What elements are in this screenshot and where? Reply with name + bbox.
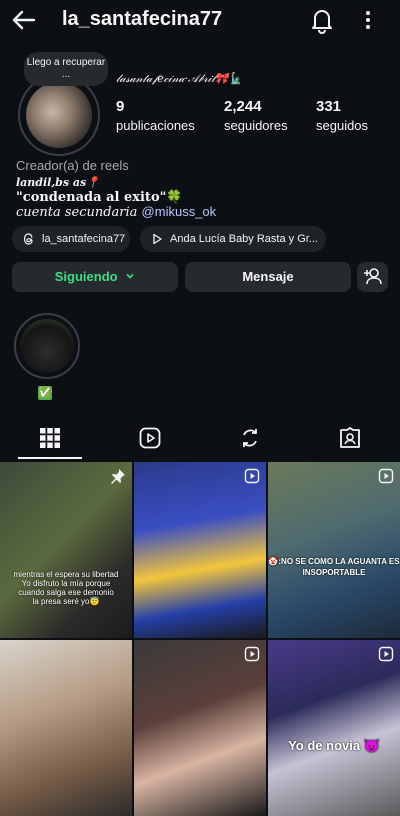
stat-value: 2,244 xyxy=(224,98,262,115)
reel-icon xyxy=(378,468,394,484)
reel-icon xyxy=(244,468,260,484)
active-tab-indicator xyxy=(18,457,82,459)
post-caption: mientras el espera su libertad Yo disfru… xyxy=(13,570,119,606)
chevron-down-icon xyxy=(126,273,134,279)
stat-label: publicaciones xyxy=(116,118,195,133)
add-person-icon xyxy=(364,268,382,285)
post-thumbnail[interactable] xyxy=(134,640,266,816)
post-thumbnail[interactable]: 🤡:NO SE COMO LA AGUANTA ES INSOPORTABLE xyxy=(268,462,400,638)
reposts-icon[interactable] xyxy=(238,426,262,450)
following-label: Siguiendo xyxy=(54,269,118,284)
story-note-bubble[interactable]: Llego a recuperar ... xyxy=(24,52,108,86)
top-bar: la_santafecina77 xyxy=(0,0,400,40)
post-thumbnail[interactable] xyxy=(134,462,266,638)
bell-icon[interactable] xyxy=(309,6,335,34)
bio-text: cuenta secundaria xyxy=(16,205,142,220)
music-chip[interactable]: Anda Lucía Baby Rasta y Gr... xyxy=(140,226,326,252)
music-title: Anda Lucía Baby Rasta y Gr... xyxy=(170,233,318,245)
post-thumbnail[interactable] xyxy=(0,640,132,816)
suggest-people-button[interactable] xyxy=(357,262,388,292)
post-caption: Yo de novia 😈 xyxy=(288,738,380,753)
profile-category: Creador(a) de reels xyxy=(16,158,129,173)
story-highlight[interactable] xyxy=(14,313,80,379)
message-label: Mensaje xyxy=(242,269,294,284)
stat-followers[interactable]: 2,244 seguidores xyxy=(224,98,288,133)
stat-value: 331 xyxy=(316,98,342,115)
post-thumbnail[interactable]: Yo de novia 😈 xyxy=(268,640,400,816)
grid-icon[interactable] xyxy=(38,426,62,450)
stat-posts[interactable]: 9 publicaciones xyxy=(116,98,195,133)
avatar-image xyxy=(26,82,92,148)
stat-label: seguidos xyxy=(316,118,369,133)
bio-line: 𝒍𝒂𝒏𝒅𝒊𝒍,𝒃𝒔 𝒂𝒔📍 xyxy=(16,176,100,189)
bio-line: cuenta secundaria @mikuss_ok xyxy=(16,204,216,220)
reel-icon xyxy=(378,646,394,662)
play-icon xyxy=(153,233,162,245)
following-button[interactable]: Siguiendo xyxy=(12,262,178,292)
reel-icon xyxy=(244,646,260,662)
page-title: la_santafecina77 xyxy=(62,8,223,30)
mention-link[interactable]: @mikuss_ok xyxy=(142,204,217,219)
reels-icon[interactable] xyxy=(138,426,162,450)
message-button[interactable]: Mensaje xyxy=(185,262,351,292)
post-caption: 🤡:NO SE COMO LA AGUANTA ES INSOPORTABLE xyxy=(268,557,400,577)
more-options-icon[interactable] xyxy=(358,6,378,34)
stat-label: seguidores xyxy=(224,118,288,133)
post-thumbnail[interactable]: mientras el espera su libertad Yo disfru… xyxy=(0,462,132,638)
stat-value: 9 xyxy=(116,98,125,115)
threads-icon xyxy=(23,233,33,245)
highlight-label: ✅ xyxy=(38,386,52,400)
profile-avatar[interactable] xyxy=(18,74,100,156)
threads-chip[interactable]: la_santafecina77 xyxy=(12,226,130,252)
back-arrow-icon[interactable] xyxy=(10,6,38,34)
pin-icon xyxy=(111,469,125,484)
tagged-icon[interactable] xyxy=(338,426,362,450)
stat-following[interactable]: 331 seguidos xyxy=(316,98,368,133)
display-name: 𝓁𝒶𝓈𝒶𝓃𝓉𝒶𝒻𝑒𝒸𝒾𝓃𝒶·𝒜𝒷𝓇𝒾𝓁🎀🗽 xyxy=(116,72,243,85)
highlight-image xyxy=(20,319,74,373)
threads-username: la_santafecina77 xyxy=(42,233,126,245)
profile-tabs xyxy=(0,416,400,460)
bio-line: "condenada al exito"🍀 xyxy=(16,190,183,205)
